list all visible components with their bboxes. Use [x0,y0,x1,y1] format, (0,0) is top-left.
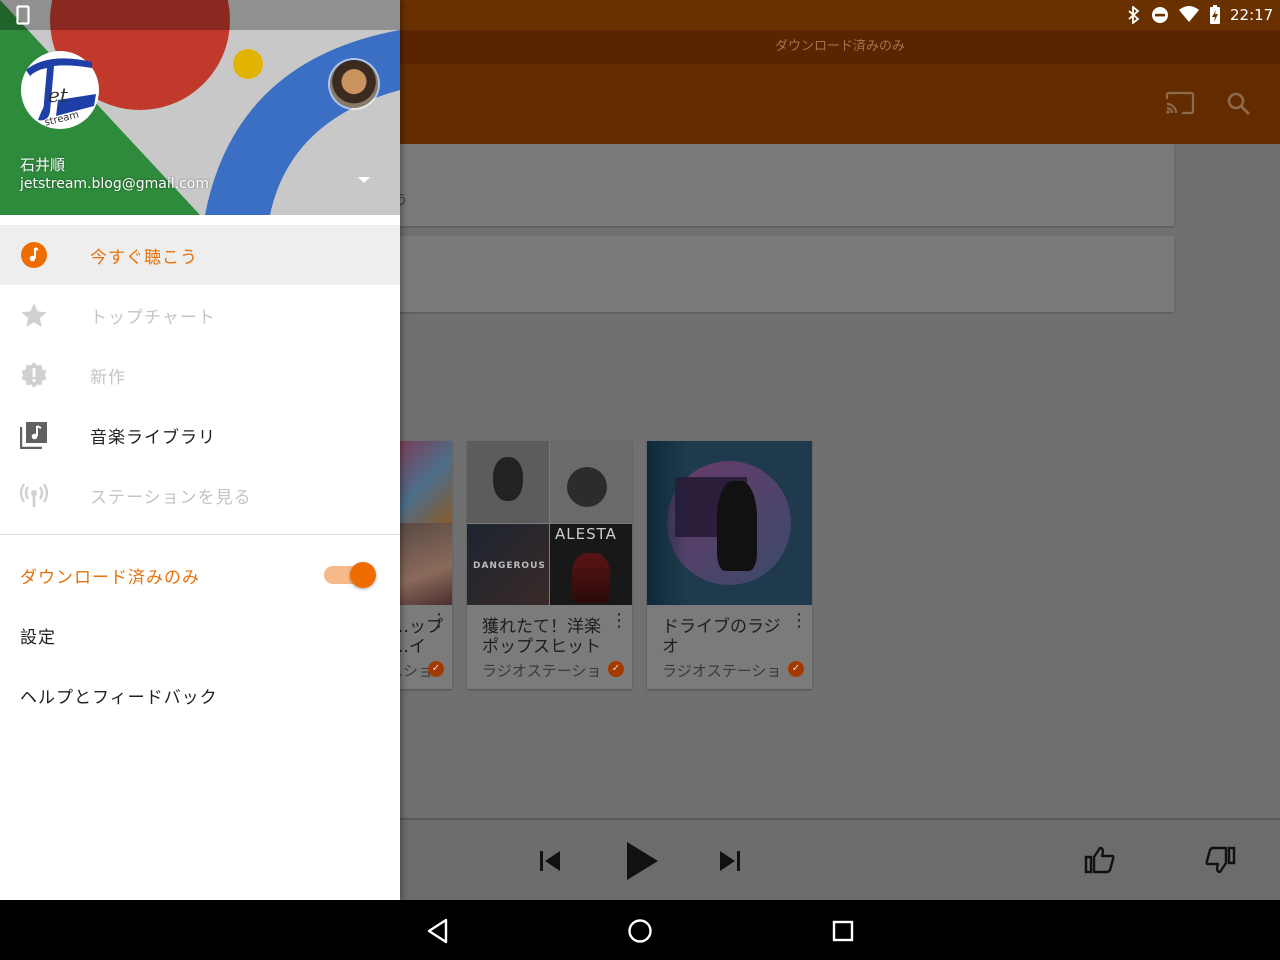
station-artwork [647,441,812,605]
skip-previous-icon[interactable] [538,848,562,874]
station-artwork [400,441,452,605]
thumb-down-icon[interactable] [1204,845,1236,875]
recents-icon[interactable] [831,919,855,943]
status-time: 22:17 [1230,6,1274,24]
cast-icon[interactable] [1165,91,1195,115]
nav-item-new-releases[interactable]: 新作 [0,345,400,405]
station-title: 獲れたて！洋楽 ポップスヒット [482,617,601,657]
player-bar [400,818,1280,902]
account-logo-avatar[interactable]: et stream [20,50,100,130]
station-tile[interactable]: ドライブのラジ オ ラジオステーショ ⋮ ✓ [647,441,812,689]
navigation-drawer: et stream 石井順 jetstream.blog@gmail.com 今… [0,0,400,900]
drawer-divider [0,534,400,535]
downloaded-badge-icon: ✓ [788,661,804,677]
content-card[interactable] [400,144,1174,226]
station-subtitle: ラジオステーショ [662,662,782,680]
music-note-icon [21,242,47,268]
new-release-badge-icon [21,362,47,388]
phone-icon [16,5,30,25]
station-artwork: DANGEROUS ALESTA [467,441,632,605]
wifi-icon [1179,6,1199,22]
nav-item-top-charts[interactable]: トップチャート [0,285,400,345]
secondary-account-avatar[interactable] [330,60,378,108]
app-toolbar [400,64,1280,144]
station-tile[interactable]: …ップ …イ …ショ ⋮ ✓ [400,441,452,689]
account-name: 石井順 [20,156,66,174]
home-icon[interactable] [627,918,653,944]
drawer-status-bar [0,0,400,30]
nav-item-listen-now[interactable]: 今すぐ聴こう [0,225,400,285]
radio-broadcast-icon [20,483,48,507]
album-label: DANGEROUS [473,561,546,571]
account-dropdown-icon[interactable] [356,174,372,186]
station-subtitle: ラジオステーショ [482,662,602,680]
album-label: ALESTA [555,525,617,543]
thumb-up-icon[interactable] [1084,845,1116,875]
skip-next-icon[interactable] [718,848,742,874]
settings-label: 設定 [20,628,56,648]
account-email: jetstream.blog@gmail.com [20,176,209,192]
search-icon[interactable] [1226,91,1252,117]
more-vert-icon[interactable]: ⋮ [610,612,628,639]
content-card[interactable] [400,236,1174,312]
offline-mode-banner: ダウンロード済みのみ [400,30,1280,64]
back-icon[interactable] [426,918,450,944]
more-vert-icon[interactable]: ⋮ [430,612,448,639]
nav-item-music-library[interactable]: 音楽ライブラリ [0,405,400,465]
downloaded-only-label: ダウンロード済みのみ [20,568,200,588]
downloaded-only-switch[interactable] [350,562,376,588]
music-library-icon [20,422,47,449]
nav-item-label: ステーションを見る [90,488,252,508]
downloaded-badge-icon: ✓ [608,661,624,677]
settings-item[interactable]: 設定 [0,605,400,665]
do-not-disturb-icon [1152,7,1168,23]
nav-item-label: 今すぐ聴こう [90,248,198,268]
help-feedback-label: ヘルプとフィードバック [20,688,218,708]
station-tile[interactable]: DANGEROUS ALESTA 獲れたて！洋楽 ポップスヒット ラジオステーシ… [467,441,632,689]
battery-charging-icon [1210,5,1220,24]
nav-item-label: トップチャート [90,308,216,328]
nav-item-browse-stations[interactable]: ステーションを見る [0,465,400,525]
drawer-header: et stream 石井順 jetstream.blog@gmail.com [0,0,400,215]
svg-text:et: et [48,83,69,107]
more-vert-icon[interactable]: ⋮ [790,612,808,639]
bluetooth-icon [1128,6,1140,24]
nav-item-label: 音楽ライブラリ [90,428,216,448]
star-icon [21,303,47,327]
nav-item-label: 新作 [90,368,126,388]
downloaded-badge-icon: ✓ [428,661,444,677]
station-title: ドライブのラジ オ [662,617,781,657]
help-feedback-item[interactable]: ヘルプとフィードバック [0,665,400,725]
play-icon[interactable] [624,840,660,882]
system-navigation-bar [0,900,1280,960]
